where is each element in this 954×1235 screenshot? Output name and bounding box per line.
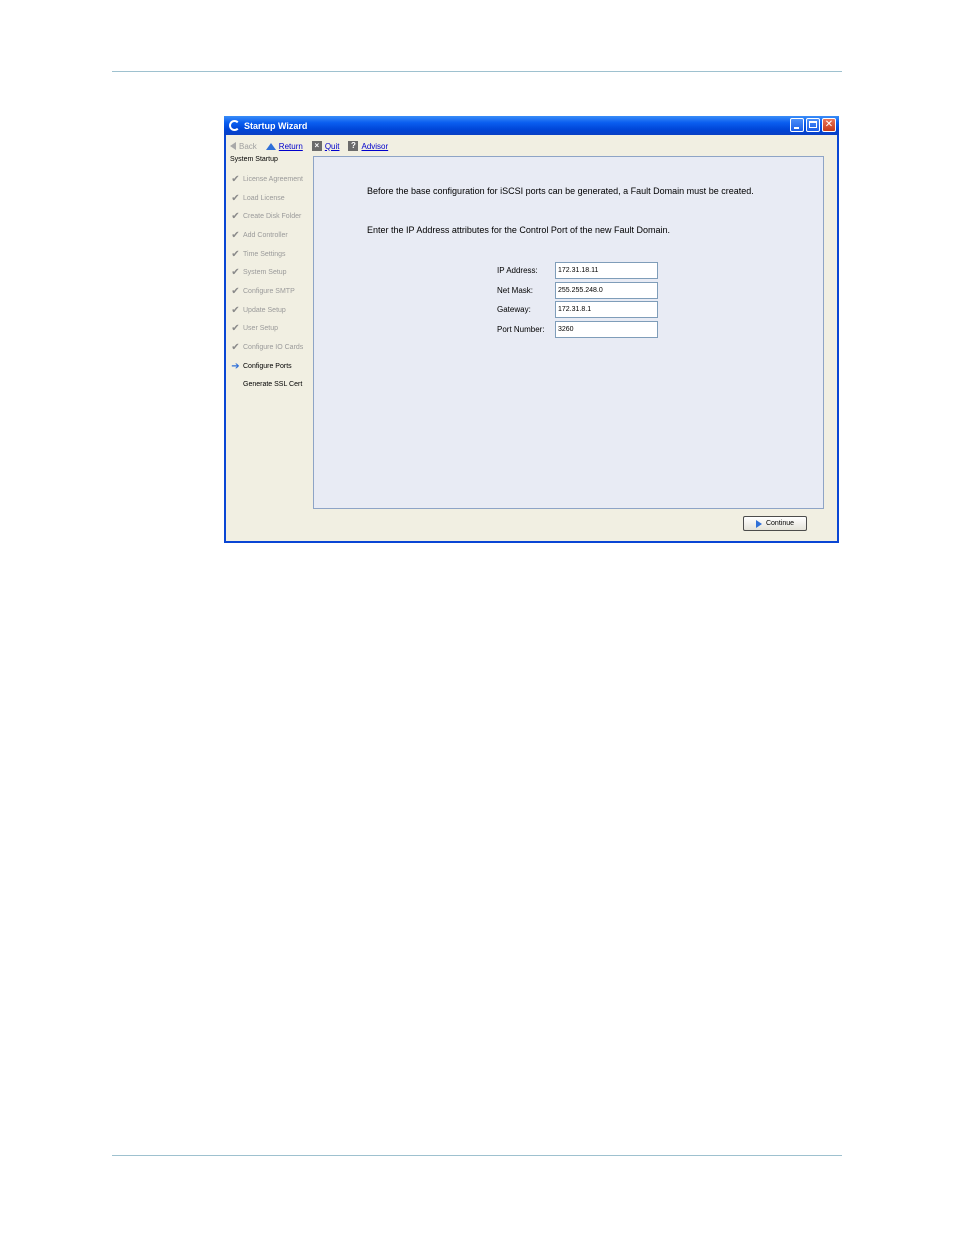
net-mask-input[interactable]: [555, 281, 658, 299]
checkmark-icon: ✔: [231, 267, 240, 279]
app-icon: [229, 120, 240, 131]
minimize-icon: [794, 127, 799, 129]
step-load-license: ✔ Load License: [230, 189, 312, 208]
return-arrow-icon: [265, 142, 276, 150]
maximize-button[interactable]: [806, 118, 820, 132]
port-number-row: Port Number:: [497, 320, 658, 338]
step-label: Configure Ports: [243, 362, 292, 370]
checkmark-icon: ✔: [231, 304, 240, 316]
gateway-input[interactable]: [555, 300, 658, 318]
step-configure-ports: ➔ Configure Ports: [230, 357, 312, 376]
back-label: Back: [239, 141, 257, 151]
fault-domain-message: Before the base configuration for iSCSI …: [367, 186, 754, 196]
close-icon: ✕: [824, 119, 834, 130]
instruction-message: Enter the IP Address attributes for the …: [367, 225, 670, 235]
step-create-disk-folder: ✔ Create Disk Folder: [230, 207, 312, 226]
checkmark-icon: ✔: [231, 211, 240, 223]
top-rule: [112, 71, 842, 72]
back-arrow-icon: [230, 142, 236, 150]
startup-wizard-window: Startup Wizard ✕ Back Return × Quit ? Ad…: [224, 116, 839, 543]
step-label: License Agreement: [243, 175, 303, 183]
quit-button[interactable]: × Quit: [311, 141, 340, 151]
blank-icon: [230, 379, 241, 390]
checkmark-icon: ✔: [231, 323, 240, 335]
window-title: Startup Wizard: [244, 120, 308, 131]
bottom-rule: [112, 1155, 842, 1156]
step-label: Time Settings: [243, 250, 286, 258]
step-generate-ssl-cert: Generate SSL Cert: [230, 376, 312, 395]
step-label: Load License: [243, 194, 285, 202]
quit-icon: ×: [311, 141, 322, 151]
step-label: User Setup: [243, 325, 279, 333]
step-label: Create Disk Folder: [243, 213, 302, 221]
step-user-setup: ✔ User Setup: [230, 320, 312, 339]
sidebar-heading: System Startup: [230, 156, 278, 163]
close-button[interactable]: ✕: [822, 118, 836, 132]
return-label: Return: [278, 141, 303, 151]
quit-label: Quit: [324, 141, 340, 151]
step-time-settings: ✔ Time Settings: [230, 245, 312, 264]
back-button[interactable]: Back: [230, 142, 257, 151]
help-icon: ?: [348, 141, 359, 151]
checkmark-icon: ✔: [231, 229, 240, 241]
maximize-icon: [809, 121, 817, 128]
title-bar[interactable]: Startup Wizard ✕: [224, 116, 839, 135]
checkmark-icon: ✔: [231, 342, 240, 354]
step-configure-smtp: ✔ Configure SMTP: [230, 282, 312, 301]
gateway-row: Gateway:: [497, 300, 658, 318]
checkmark-icon: ✔: [231, 248, 240, 260]
step-configure-io-cards: ✔ Configure IO Cards: [230, 338, 312, 357]
toolbar: Back Return × Quit ? Advisor: [230, 139, 397, 153]
checkmark-icon: ✔: [231, 285, 240, 297]
net-mask-row: Net Mask:: [497, 281, 658, 299]
step-update-setup: ✔ Update Setup: [230, 301, 312, 320]
step-label: Configure SMTP: [243, 287, 295, 295]
current-step-arrow-icon: ➔: [231, 360, 240, 372]
gateway-label: Gateway:: [497, 304, 531, 314]
footer-bar: Continue: [313, 512, 837, 539]
return-button[interactable]: Return: [265, 141, 303, 151]
ip-address-input[interactable]: [555, 261, 658, 279]
content-panel: Before the base configuration for iSCSI …: [313, 156, 824, 509]
step-system-setup: ✔ System Setup: [230, 263, 312, 282]
minimize-button[interactable]: [790, 118, 804, 132]
ip-address-label: IP Address:: [497, 265, 538, 275]
step-label: Update Setup: [243, 306, 286, 314]
step-label: Generate SSL Cert: [243, 381, 303, 389]
checkmark-icon: ✔: [231, 173, 240, 185]
continue-label: Continue: [765, 520, 795, 527]
step-label: System Setup: [243, 269, 287, 277]
continue-button[interactable]: Continue: [743, 516, 807, 531]
step-add-controller: ✔ Add Controller: [230, 226, 312, 245]
ip-address-row: IP Address:: [497, 261, 658, 279]
port-number-label: Port Number:: [497, 324, 545, 334]
advisor-label: Advisor: [361, 141, 389, 151]
step-label: Configure IO Cards: [243, 344, 304, 352]
continue-arrow-icon: [755, 519, 762, 528]
wizard-steps-sidebar: System Startup ✔ License Agreement ✔ Load …: [230, 156, 312, 394]
advisor-button[interactable]: ? Advisor: [348, 141, 388, 151]
step-license-agreement: ✔ License Agreement: [230, 170, 312, 189]
checkmark-icon: ✔: [231, 192, 240, 204]
net-mask-label: Net Mask:: [497, 285, 534, 295]
step-label: Add Controller: [243, 231, 288, 239]
port-number-input[interactable]: [555, 320, 658, 338]
